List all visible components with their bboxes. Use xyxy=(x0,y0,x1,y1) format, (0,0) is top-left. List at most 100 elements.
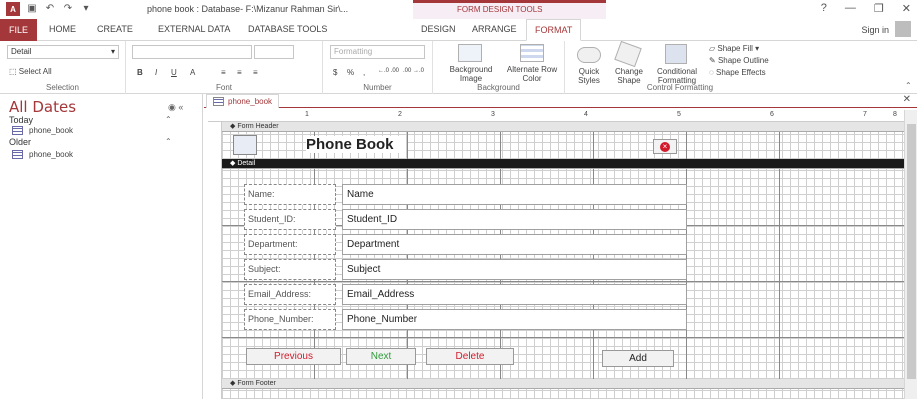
select-all-icon: ⬚ xyxy=(9,67,19,76)
minimize-button[interactable]: — xyxy=(845,2,856,15)
tab-format[interactable]: FORMAT xyxy=(526,19,582,41)
redo-icon[interactable]: ↷ xyxy=(62,3,74,15)
form-logo-icon[interactable] xyxy=(233,135,257,155)
navigation-pane: All Dates ◉ « Today ⌃ phone_book Older ⌃… xyxy=(0,94,203,399)
tab-external-data[interactable]: EXTERNAL DATA xyxy=(158,24,230,34)
form-header-area[interactable]: Phone Book × xyxy=(222,132,904,159)
nav-item-label: phone_book xyxy=(29,126,74,135)
currency-button[interactable]: $ xyxy=(333,68,337,77)
chevron-up-icon[interactable]: ⌃ xyxy=(165,137,172,146)
phone-number-textbox[interactable]: Phone_Number xyxy=(342,309,687,330)
align-right-icon[interactable]: ≡ xyxy=(253,68,258,77)
number-format-combo[interactable]: Formatting xyxy=(330,45,425,59)
font-name-combo[interactable] xyxy=(132,45,252,59)
shutter-bar-icon[interactable]: « xyxy=(178,102,183,112)
close-window-button[interactable]: ✕ xyxy=(902,2,911,15)
close-form-button[interactable]: × xyxy=(653,139,677,154)
group-label-number: Number xyxy=(363,83,392,92)
tab-file[interactable]: FILE xyxy=(0,19,37,41)
previous-button[interactable]: Previous xyxy=(246,348,341,365)
email-address-label[interactable]: Email_Address: xyxy=(244,284,336,305)
percent-button[interactable]: % xyxy=(347,68,354,77)
phone-number-label[interactable]: Phone_Number: xyxy=(244,309,336,330)
next-button[interactable]: Next xyxy=(346,348,416,365)
nav-group-today[interactable]: Today xyxy=(9,115,33,125)
nav-pane-controls: ◉ « xyxy=(168,102,183,113)
name-textbox[interactable]: Name xyxy=(342,184,687,205)
detail-area[interactable]: Name: Name Student_ID: Student_ID Depart… xyxy=(222,169,904,379)
table-icon xyxy=(12,126,23,135)
restore-button[interactable]: ❐ xyxy=(874,2,884,15)
align-left-icon[interactable]: ≡ xyxy=(221,68,226,77)
alternate-row-color-icon[interactable] xyxy=(520,44,544,62)
tab-arrange[interactable]: ARRANGE xyxy=(472,24,517,34)
department-label[interactable]: Department: xyxy=(244,234,336,255)
form-title[interactable]: Phone Book xyxy=(306,136,406,153)
chevron-up-icon[interactable]: ⌃ xyxy=(165,115,172,124)
font-size-combo[interactable] xyxy=(254,45,294,59)
italic-button[interactable]: I xyxy=(155,68,157,77)
select-all-button[interactable]: ⬚ Select All xyxy=(9,67,52,76)
underline-button[interactable]: U xyxy=(171,68,177,77)
shape-effects-button[interactable]: ◌ Shape Effects xyxy=(709,68,766,77)
save-icon[interactable]: ▣ xyxy=(26,3,38,15)
quick-styles-icon[interactable] xyxy=(577,47,601,63)
selection-combo[interactable]: Detail ▾ xyxy=(7,45,119,59)
subject-textbox[interactable]: Subject xyxy=(342,259,687,280)
shape-fill-button[interactable]: ▱ Shape Fill ▾ xyxy=(709,44,759,53)
shape-outline-button[interactable]: ✎ Shape Outline xyxy=(709,56,769,65)
selection-combo-value: Detail xyxy=(11,47,32,56)
background-image-icon[interactable] xyxy=(458,44,482,62)
shape-fill-label: Shape Fill xyxy=(717,44,753,53)
conditional-formatting-icon[interactable] xyxy=(665,44,687,64)
nav-pane-title[interactable]: All Dates xyxy=(9,98,76,116)
scrollbar-thumb[interactable] xyxy=(907,124,916,379)
undo-icon[interactable]: ↶ xyxy=(44,3,56,15)
alternate-row-color-button[interactable]: Alternate Row Color xyxy=(501,65,563,83)
customize-qat-icon[interactable]: ▾ xyxy=(80,3,92,15)
document-tab[interactable]: phone_book xyxy=(206,94,280,108)
change-shape-icon[interactable] xyxy=(614,40,642,68)
decrease-decimals-button[interactable]: .00 →.0 xyxy=(403,68,424,74)
nav-dropdown-icon[interactable]: ◉ xyxy=(168,102,176,112)
subject-label[interactable]: Subject: xyxy=(244,259,336,280)
background-image-button[interactable]: Background Image xyxy=(442,65,500,83)
email-address-textbox[interactable]: Email_Address xyxy=(342,284,687,305)
nav-group-older[interactable]: Older xyxy=(9,137,31,147)
comma-button[interactable]: , xyxy=(363,68,365,77)
name-label[interactable]: Name: xyxy=(244,184,336,205)
student-id-label[interactable]: Student_ID: xyxy=(244,209,336,230)
collapse-ribbon-icon[interactable]: ⌃ xyxy=(905,81,912,90)
font-color-button[interactable]: A xyxy=(190,68,195,77)
add-button[interactable]: Add xyxy=(602,350,674,367)
document-tab-label: phone_book xyxy=(228,97,273,106)
group-label-selection: Selection xyxy=(46,83,79,92)
nav-item-phone-book-today[interactable]: phone_book xyxy=(12,126,73,135)
student-id-textbox[interactable]: Student_ID xyxy=(342,209,687,230)
help-button[interactable]: ? xyxy=(821,2,827,15)
tab-database-tools[interactable]: DATABASE TOOLS xyxy=(248,24,327,34)
contextual-tab-group: FORM DESIGN TOOLS xyxy=(413,0,606,19)
title-bar: A ▣ ↶ ↷ ▾ phone book : Database- F:\Miza… xyxy=(0,0,917,19)
department-textbox[interactable]: Department xyxy=(342,234,687,255)
section-bar-form-header[interactable]: ◆ Form Header xyxy=(222,122,904,132)
vertical-scrollbar[interactable] xyxy=(904,110,917,399)
sign-in-link[interactable]: Sign in xyxy=(861,25,889,35)
nav-item-phone-book-older[interactable]: phone_book xyxy=(12,150,73,159)
tab-home[interactable]: HOME xyxy=(49,24,76,34)
form-footer-area[interactable] xyxy=(222,389,904,399)
avatar[interactable] xyxy=(895,21,911,37)
section-bar-form-footer[interactable]: ◆ Form Footer xyxy=(222,379,904,389)
vertical-ruler xyxy=(208,122,222,399)
section-bar-detail[interactable]: ◆ Detail xyxy=(222,159,904,169)
align-center-icon[interactable]: ≡ xyxy=(237,68,242,77)
access-logo-icon[interactable]: A xyxy=(6,2,20,16)
chevron-down-icon: ▾ xyxy=(110,47,115,56)
bold-button[interactable]: B xyxy=(137,68,143,77)
select-all-label: Select All xyxy=(18,67,52,76)
tab-create[interactable]: CREATE xyxy=(97,24,133,34)
tab-design[interactable]: DESIGN xyxy=(421,24,456,34)
increase-decimals-button[interactable]: ←.0 .00 xyxy=(378,68,399,74)
delete-button[interactable]: Delete xyxy=(426,348,514,365)
close-icon[interactable]: ✕ xyxy=(903,94,911,105)
